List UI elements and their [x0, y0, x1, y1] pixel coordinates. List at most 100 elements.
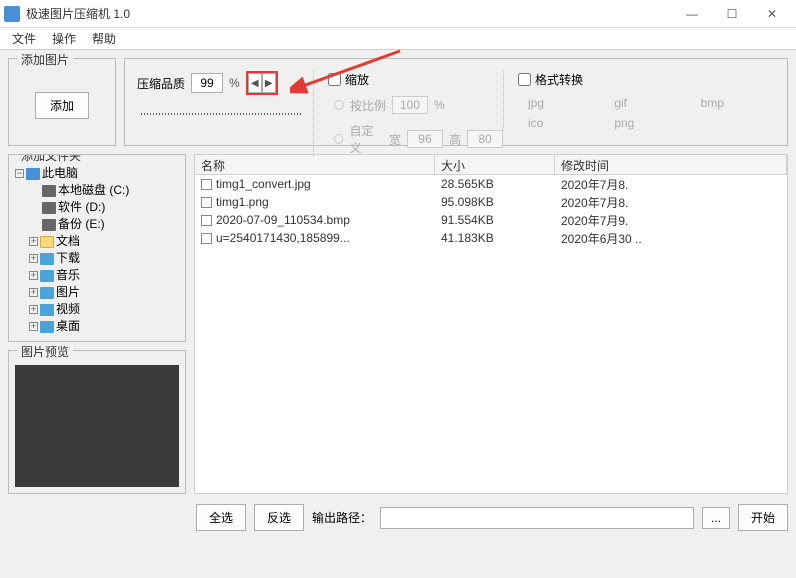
select-all-button[interactable]: 全选 [196, 504, 246, 531]
tree-toggle-icon[interactable]: + [29, 288, 38, 297]
file-size: 28.565KB [435, 177, 555, 191]
quality-input[interactable] [191, 73, 223, 93]
quality-label: 压缩品质 [137, 75, 185, 92]
format-bmp-label: bmp [701, 96, 724, 110]
file-list: 名称 大小 修改时间 timg1_convert.jpg28.565KB2020… [194, 154, 788, 494]
preview-legend: 图片预览 [17, 343, 73, 360]
row-checkbox[interactable] [201, 179, 212, 190]
format-png-label: png [614, 116, 634, 130]
preview-panel: 图片预览 [8, 350, 186, 494]
row-checkbox[interactable] [201, 233, 212, 244]
download-icon [40, 253, 54, 265]
table-row[interactable]: u=2540171430,185899...41.183KB2020年6月30 … [195, 229, 787, 247]
format-jpg-label: jpg [528, 96, 544, 110]
tree-root-label: 此电脑 [42, 165, 78, 182]
window-title: 极速图片压缩机 1.0 [26, 5, 672, 22]
tree-root[interactable]: − 此电脑 [15, 165, 179, 182]
computer-icon [26, 168, 40, 180]
row-checkbox[interactable] [201, 197, 212, 208]
tree-node-videos[interactable]: +视频 [29, 301, 179, 318]
quality-increase-button[interactable]: ▶ [262, 73, 276, 93]
file-list-header: 名称 大小 修改时间 [195, 155, 787, 175]
tree-node-downloads[interactable]: +下载 [29, 250, 179, 267]
output-path-label: 输出路径： [312, 509, 372, 526]
column-size[interactable]: 大小 [435, 155, 555, 174]
desktop-icon [40, 321, 54, 333]
height-input[interactable] [467, 130, 503, 148]
menu-bar: 文件 操作 帮助 [0, 28, 796, 50]
title-bar: 极速图片压缩机 1.0 — ☐ ✕ [0, 0, 796, 28]
file-name: timg1_convert.jpg [216, 177, 311, 191]
menu-operate[interactable]: 操作 [44, 28, 84, 49]
tree-toggle-icon[interactable]: + [29, 237, 38, 246]
video-icon [40, 304, 54, 316]
custom-size-label: 自定义 [349, 122, 383, 156]
tree-toggle-icon[interactable]: + [29, 305, 38, 314]
minimize-button[interactable]: — [672, 0, 712, 28]
format-convert-checkbox[interactable] [518, 73, 531, 86]
start-button[interactable]: 开始 [738, 504, 788, 531]
app-icon [4, 6, 20, 22]
folder-icon [40, 236, 54, 248]
column-name[interactable]: 名称 [195, 155, 435, 174]
browse-button[interactable]: ... [702, 507, 730, 529]
close-button[interactable]: ✕ [752, 0, 792, 28]
scale-label: 缩放 [345, 71, 369, 88]
quality-slider[interactable] [141, 113, 301, 115]
menu-file[interactable]: 文件 [4, 28, 44, 49]
output-path-input[interactable] [380, 507, 694, 529]
disk-icon [42, 202, 56, 214]
file-size: 95.098KB [435, 195, 555, 209]
tree-node-pictures[interactable]: +图片 [29, 284, 179, 301]
menu-help[interactable]: 帮助 [84, 28, 124, 49]
table-row[interactable]: timg1_convert.jpg 28.565KB2020年7月8. [195, 175, 787, 193]
invert-selection-button[interactable]: 反选 [254, 504, 304, 531]
add-button[interactable]: 添加 [35, 92, 89, 119]
preview-area [15, 365, 179, 487]
format-gif-label: gif [614, 96, 627, 110]
ratio-unit: % [434, 98, 445, 112]
disk-icon [42, 185, 56, 197]
maximize-button[interactable]: ☐ [712, 0, 752, 28]
quality-decrease-button[interactable]: ◀ [248, 73, 262, 93]
add-image-panel: 添加图片 添加 [8, 58, 116, 146]
tree-node-disk-d[interactable]: 软件 (D:) [29, 199, 179, 216]
file-date: 2020年7月8. [555, 194, 787, 211]
disk-icon [42, 219, 56, 231]
tree-node-disk-e[interactable]: 备份 (E:) [29, 216, 179, 233]
picture-icon [40, 287, 54, 299]
tree-toggle-icon[interactable]: + [29, 322, 38, 331]
format-convert-label: 格式转换 [535, 71, 583, 88]
tree-toggle-icon[interactable]: + [29, 271, 38, 280]
tree-node-music[interactable]: +音乐 [29, 267, 179, 284]
by-ratio-label: 按比例 [350, 97, 386, 114]
file-name: u=2540171430,185899... [216, 231, 350, 245]
tree-node-disk-c[interactable]: 本地磁盘 (C:) [29, 182, 179, 199]
tree-node-desktop[interactable]: +桌面 [29, 318, 179, 335]
quality-spinner: ◀ ▶ [246, 71, 278, 95]
ratio-input[interactable] [392, 96, 428, 114]
table-row[interactable]: 2020-07-09_110534.bmp91.554KB2020年7月9. [195, 211, 787, 229]
add-image-legend: 添加图片 [17, 51, 73, 68]
scale-checkbox[interactable] [328, 73, 341, 86]
file-size: 41.183KB [435, 231, 555, 245]
format-ico-label: ico [528, 116, 543, 130]
tree-toggle-icon[interactable]: − [15, 169, 24, 178]
music-icon [40, 270, 54, 282]
folder-tree-panel: 添加文件夹 − 此电脑 本地磁盘 (C:) 软件 (D:) 备份 (E:) +文… [8, 154, 186, 342]
width-label: 宽 [389, 131, 401, 148]
tree-node-documents[interactable]: +文档 [29, 233, 179, 250]
quality-unit: % [229, 76, 240, 90]
file-date: 2020年7月8. [555, 176, 787, 193]
row-checkbox[interactable] [201, 215, 212, 226]
table-row[interactable]: timg1.png95.098KB2020年7月8. [195, 193, 787, 211]
file-size: 91.554KB [435, 213, 555, 227]
settings-panel: 压缩品质 % ◀ ▶ 缩放 按比例 [124, 58, 788, 146]
custom-size-radio[interactable] [334, 134, 343, 144]
by-ratio-radio[interactable] [334, 100, 344, 110]
column-date[interactable]: 修改时间 [555, 155, 787, 174]
height-label: 高 [449, 131, 461, 148]
file-name: 2020-07-09_110534.bmp [216, 213, 350, 227]
width-input[interactable] [407, 130, 443, 148]
tree-toggle-icon[interactable]: + [29, 254, 38, 263]
